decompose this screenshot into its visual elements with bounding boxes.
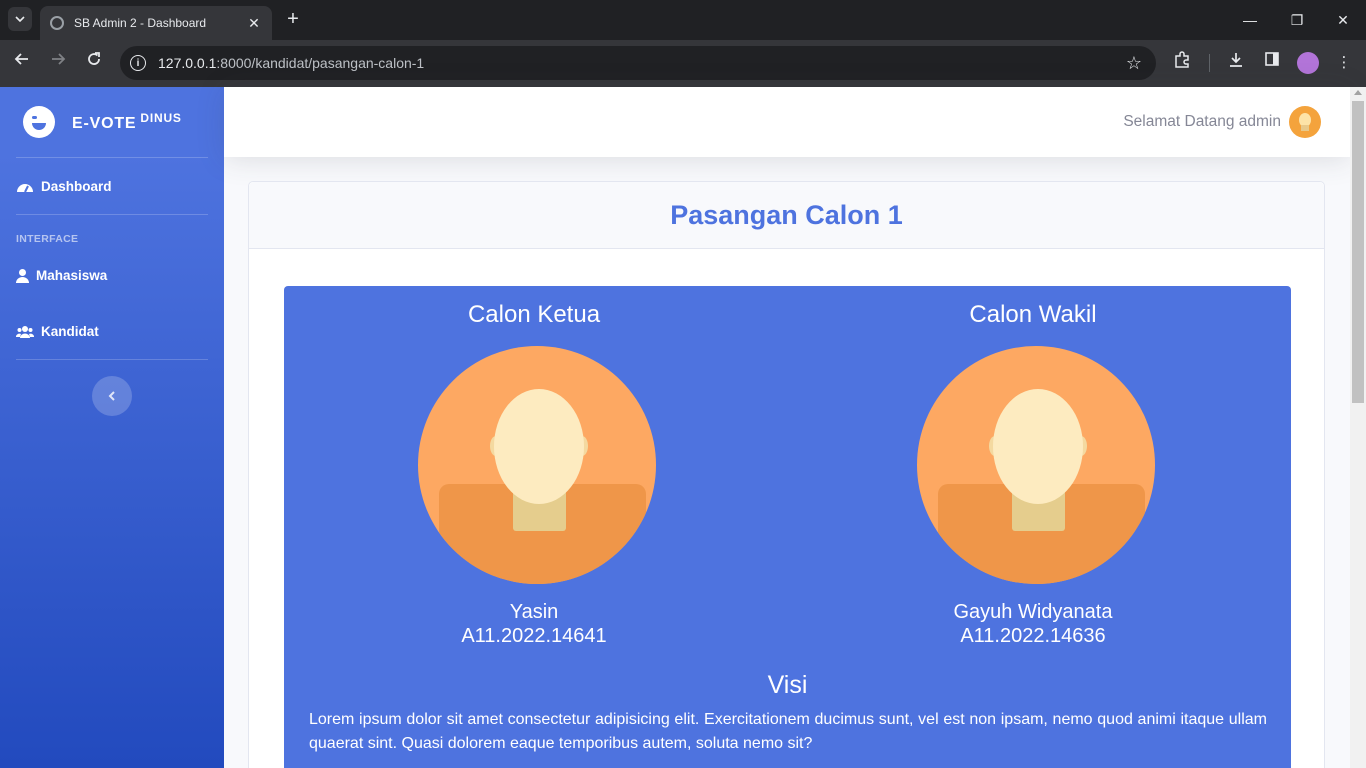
page-title: Pasangan Calon 1 <box>670 199 903 230</box>
users-icon <box>15 325 35 339</box>
sidebar-item-label: Mahasiswa <box>36 268 108 283</box>
candidate-panel: Calon Ketua Yasin A11.2022.14641 Calon W… <box>284 286 1291 768</box>
sidebar-item-dashboard[interactable]: Dashboard <box>16 179 112 194</box>
wakil-heading: Calon Wakil <box>969 301 1097 328</box>
bookmark-star-icon[interactable]: ☆ <box>1126 53 1142 74</box>
wakil-nim: A11.2022.14636 <box>960 625 1106 647</box>
topbar: Selamat Datang admin <box>224 87 1350 157</box>
scrollbar-thumb[interactable] <box>1352 101 1364 403</box>
forward-button[interactable] <box>46 51 70 75</box>
sidebar-divider <box>16 359 208 360</box>
chevron-left-icon <box>108 391 115 401</box>
side-panel-icon[interactable] <box>1260 51 1284 75</box>
reload-icon <box>88 52 100 65</box>
minimize-button[interactable]: — <box>1238 8 1262 32</box>
ketua-heading: Calon Ketua <box>467 301 601 328</box>
url-text: 127.0.0.1:8000/kandidat/pasangan-calon-1 <box>158 55 425 71</box>
menu-kebab-icon[interactable]: ⋮ <box>1332 51 1356 75</box>
page-scrollbar[interactable] <box>1350 87 1366 768</box>
browser-tabbar: SB Admin 2 - Dashboard ✕ + — ❐ ✕ <box>0 0 1366 40</box>
ketua-nim: A11.2022.14641 <box>461 625 607 647</box>
visi-text: Lorem ipsum dolor sit amet consectetur a… <box>309 711 1267 752</box>
tab-search-button[interactable] <box>8 7 32 31</box>
arrow-left-icon <box>14 53 28 65</box>
tachometer-icon <box>16 180 34 194</box>
chevron-down-icon <box>15 16 25 22</box>
sidebar-item-label: Dashboard <box>41 179 112 194</box>
address-bar[interactable]: i 127.0.0.1:8000/kandidat/pasangan-calon… <box>120 46 1156 80</box>
close-tab-icon[interactable]: ✕ <box>246 15 262 32</box>
sidebar-divider <box>16 214 208 215</box>
browser-tab[interactable]: SB Admin 2 - Dashboard ✕ <box>40 6 272 40</box>
brand-sup: DINUS <box>140 111 182 125</box>
wakil-name: Gayuh Widyanata <box>953 601 1113 623</box>
sidebar: E-VOTE DINUS Dashboard Interface Mahasisw… <box>0 87 224 768</box>
sidebar-item-kandidat[interactable]: Kandidat <box>15 324 99 339</box>
visi-heading: Visi <box>767 671 808 699</box>
sidebar-item-mahasiswa[interactable]: Mahasiswa <box>16 268 107 283</box>
download-icon[interactable] <box>1224 51 1248 75</box>
sidebar-toggle-button[interactable] <box>92 376 132 416</box>
sidebar-heading: Interface <box>16 233 79 245</box>
user-avatar[interactable] <box>1289 106 1321 138</box>
globe-icon <box>50 16 64 30</box>
restore-button[interactable]: ❐ <box>1285 8 1309 32</box>
user-icon <box>16 268 29 283</box>
extensions-icon[interactable] <box>1170 51 1194 75</box>
browser-toolbar: i 127.0.0.1:8000/kandidat/pasangan-calon… <box>0 40 1366 87</box>
sidebar-divider <box>16 157 208 158</box>
wakil-photo <box>917 346 1155 584</box>
toolbar-separator <box>1209 54 1210 72</box>
sidebar-item-label: Kandidat <box>41 324 99 339</box>
ketua-name: Yasin <box>509 601 559 623</box>
new-tab-button[interactable]: + <box>282 8 304 30</box>
back-button[interactable] <box>10 51 34 75</box>
close-window-button[interactable]: ✕ <box>1331 8 1355 32</box>
reload-button[interactable] <box>82 51 106 75</box>
tab-title: SB Admin 2 - Dashboard <box>74 16 207 30</box>
laugh-wink-icon <box>23 106 55 138</box>
card-header: Pasangan Calon 1 <box>249 182 1324 249</box>
arrow-right-icon <box>52 53 66 65</box>
scroll-up-arrow-icon[interactable] <box>1354 90 1362 95</box>
profile-avatar[interactable] <box>1297 52 1319 74</box>
ketua-photo <box>418 346 656 584</box>
sidebar-brand[interactable]: E-VOTE DINUS <box>0 87 224 157</box>
site-info-icon[interactable]: i <box>130 55 146 71</box>
candidate-card: Pasangan Calon 1 Calon Ketua Yasin A11.2… <box>248 181 1325 768</box>
user-greeting[interactable]: Selamat Datang admin <box>1123 113 1281 131</box>
brand-text: E-VOTE DINUS <box>72 111 182 132</box>
